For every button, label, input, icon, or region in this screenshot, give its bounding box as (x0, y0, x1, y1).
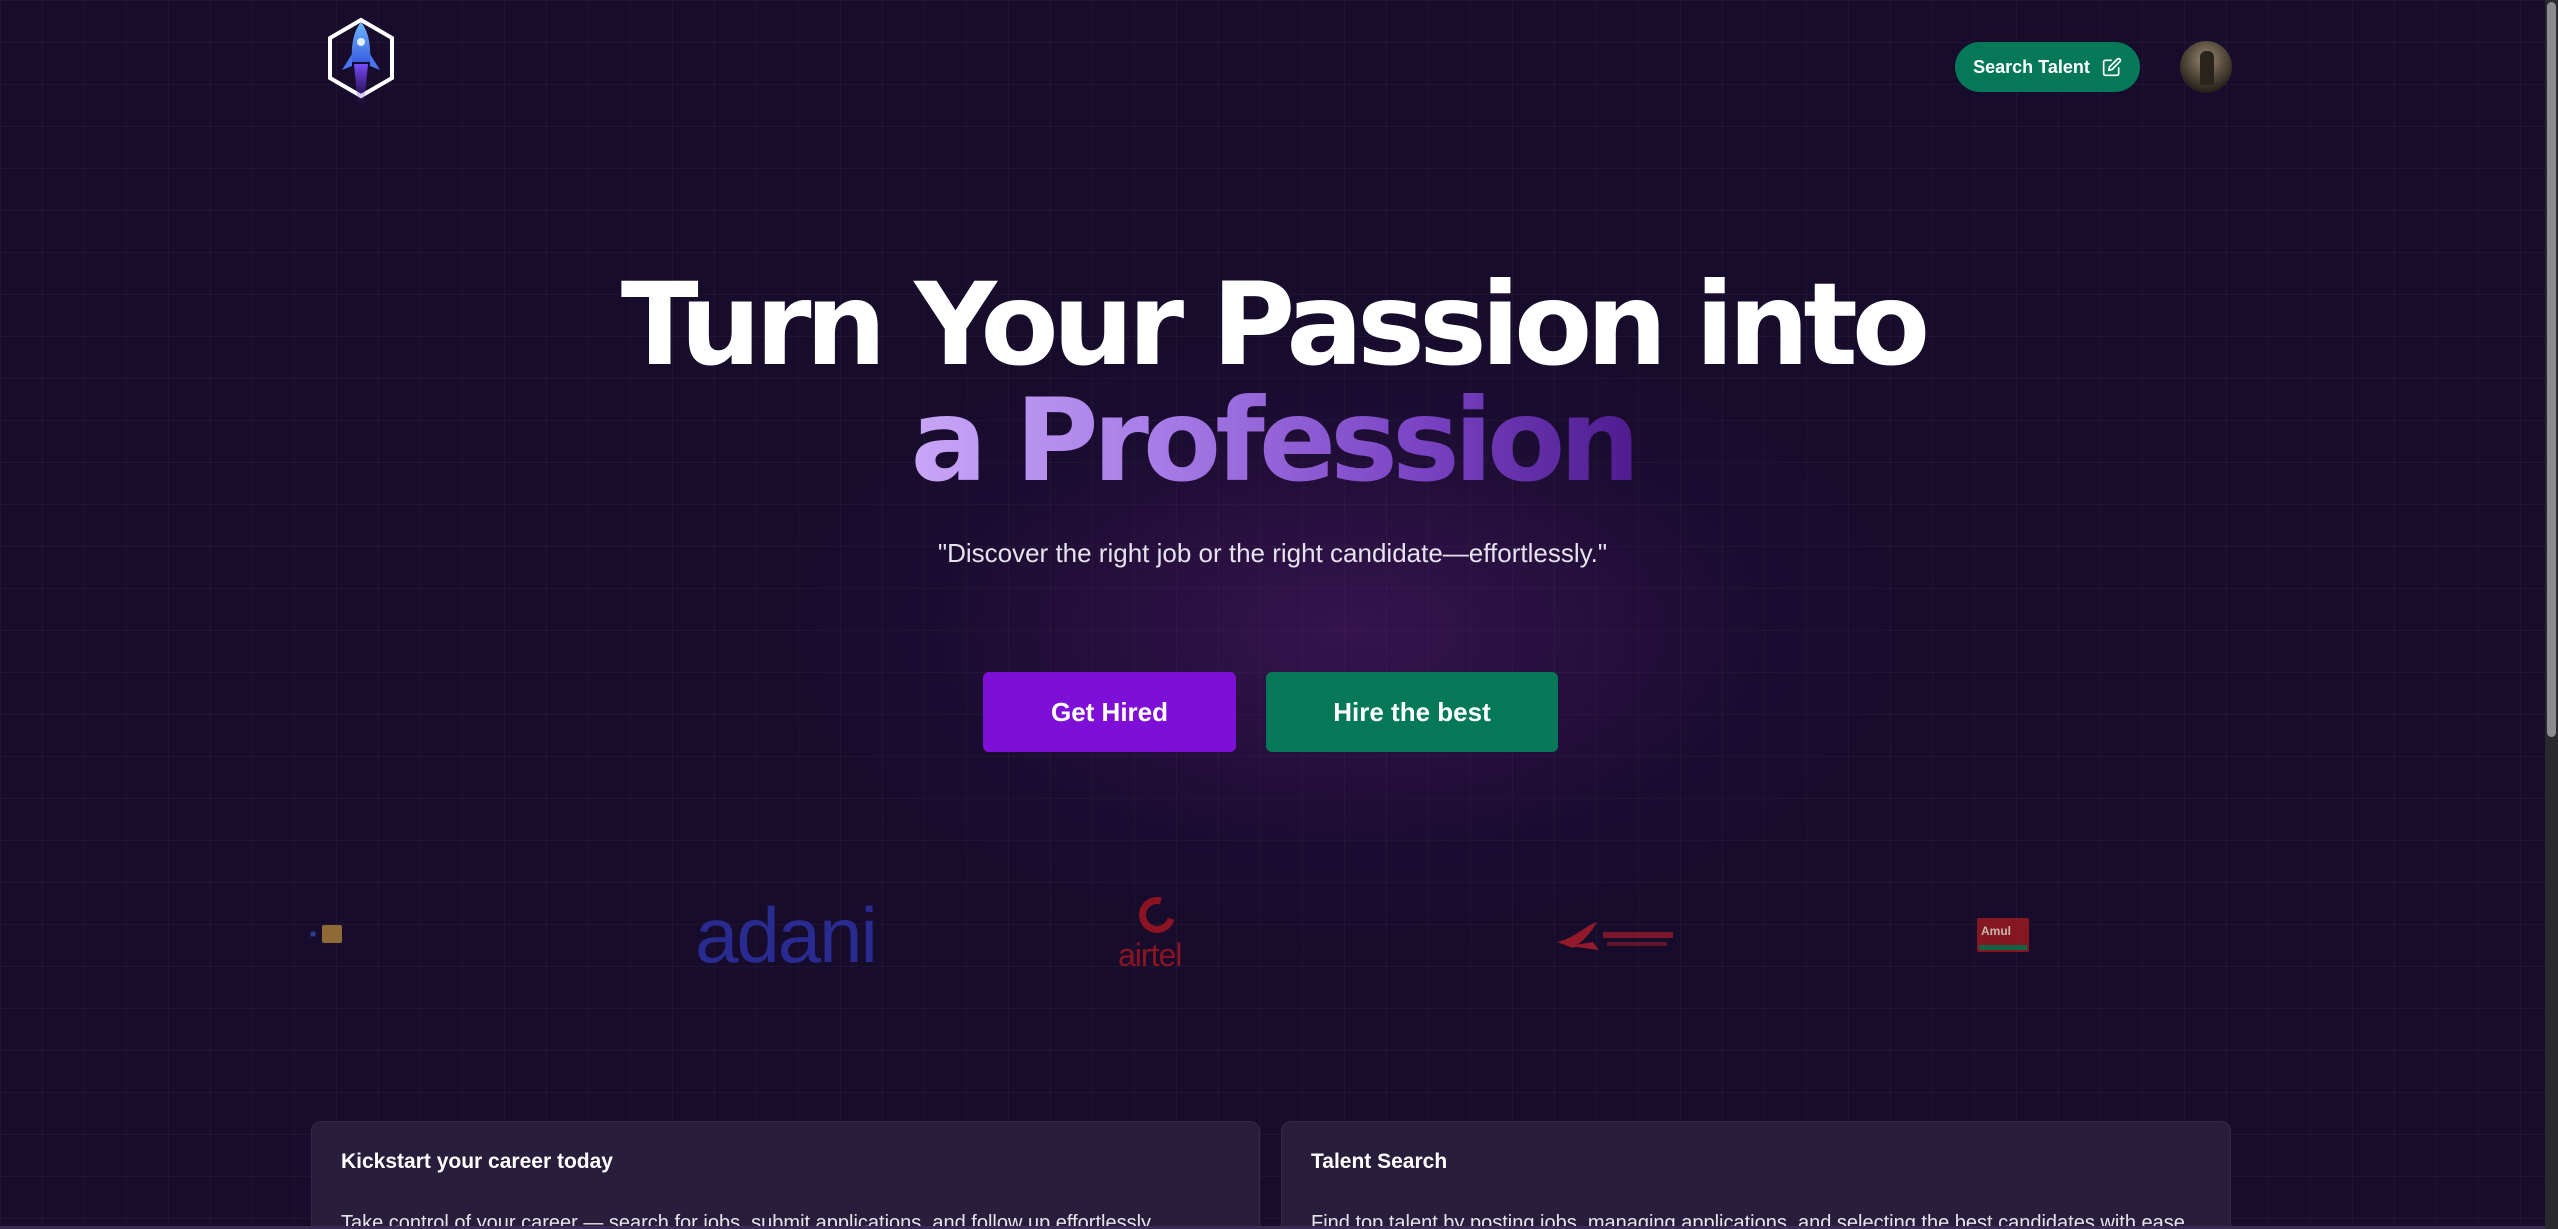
card-title: Kickstart your career today (341, 1150, 613, 1173)
scrollbar-thumb[interactable] (2547, 2, 2556, 737)
airtel-wordmark: airtel (1118, 937, 1182, 973)
user-avatar[interactable] (2180, 41, 2232, 93)
vertical-scrollbar[interactable] (2545, 0, 2558, 1229)
job-seeker-card[interactable]: Kickstart your career today Take control… (311, 1121, 1260, 1229)
hero-title-highlight: a Profession (0, 376, 2545, 506)
page-background (0, 0, 2545, 1229)
company-logo-amul: Amul (1977, 918, 2029, 952)
hire-the-best-button[interactable]: Hire the best (1266, 672, 1558, 752)
talent-search-card[interactable]: Talent Search Find top talent by posting… (1281, 1121, 2231, 1229)
amul-wordmark: Amul (1981, 924, 2011, 938)
company-logo-adani: adani (695, 891, 878, 979)
company-logo-small-box (322, 925, 343, 943)
hero-title-gradient-text: a Profession (910, 374, 1641, 507)
avatar-figure (2200, 51, 2214, 85)
company-logo-small: ■ (310, 925, 343, 943)
search-talent-button[interactable]: Search Talent (1955, 42, 2140, 92)
rocket-hexagon-icon[interactable] (324, 14, 398, 110)
company-logo-small-mark: ■ (310, 928, 317, 940)
company-logo-airtel: airtel (1115, 890, 1195, 973)
airtel-mark-icon (1132, 890, 1182, 940)
search-talent-label: Search Talent (1973, 56, 2090, 77)
get-hired-button[interactable]: Get Hired (983, 672, 1236, 752)
edit-icon (2102, 57, 2122, 77)
hero-title: Turn Your Passion into (620, 258, 1930, 391)
amul-stripe (1979, 945, 2027, 950)
hero-tagline: "Discover the right job or the right can… (937, 538, 1608, 568)
card-title: Talent Search (1311, 1150, 1448, 1173)
company-logo-air-india (1555, 920, 1680, 956)
